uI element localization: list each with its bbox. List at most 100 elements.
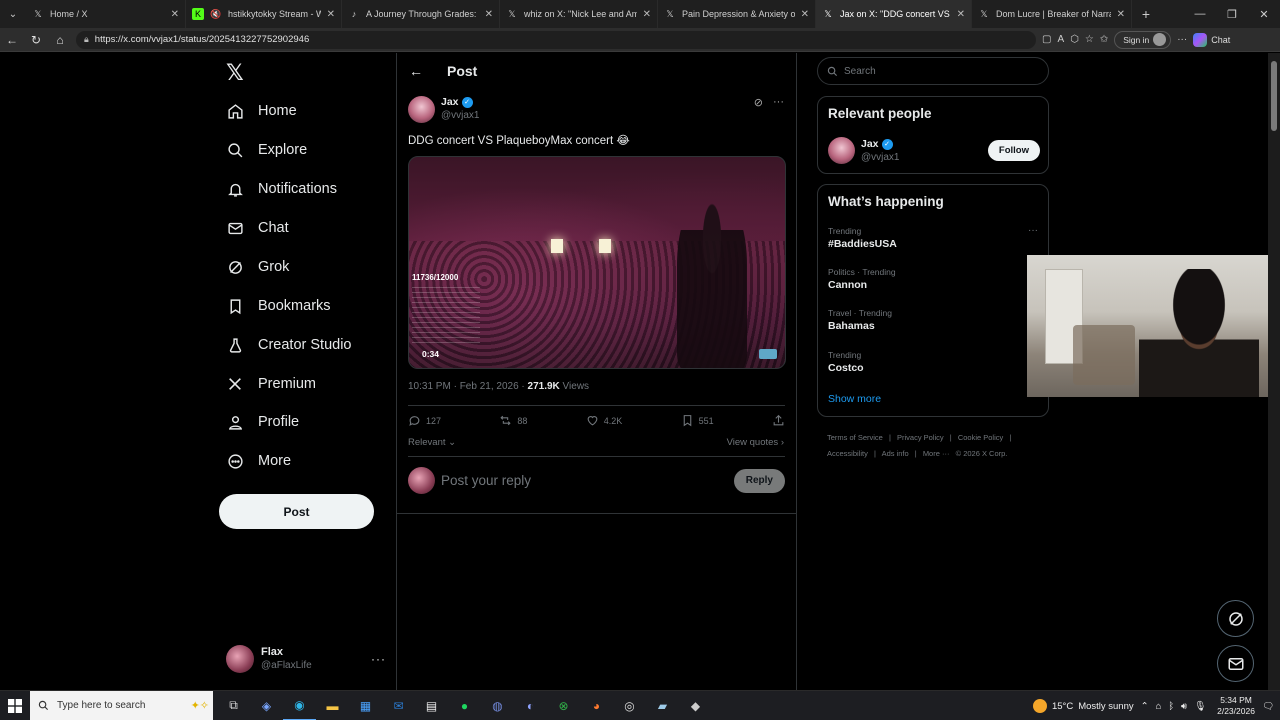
more-dots-icon[interactable]: ··· [773, 96, 784, 109]
nav-item-grok[interactable]: Grok [226, 252, 289, 282]
xbox-icon[interactable]: ⊗ [547, 691, 580, 720]
browser-tab-active[interactable]: 𝕏 Jax on X: "DDG concert VS Plaque ✕ [816, 0, 972, 28]
file-explorer-icon[interactable]: ▬ [316, 691, 349, 720]
windows-start-icon[interactable] [0, 691, 30, 720]
back-icon[interactable]: ← [0, 28, 24, 52]
search-input[interactable]: Search [817, 57, 1049, 85]
chevron-up-icon[interactable]: ⌃ [1141, 701, 1149, 712]
muted-speaker-icon[interactable]: 🔇 [210, 8, 222, 20]
minimize-icon[interactable]: — [1184, 0, 1216, 28]
spotify-icon[interactable]: ● [448, 691, 481, 720]
relevant-person[interactable]: Jax ✓ @vvjax1 Follow [828, 137, 1040, 164]
reply-button[interactable]: Reply [733, 468, 785, 493]
notepad-icon[interactable]: ▤ [415, 691, 448, 720]
app-icon[interactable]: ▰ [646, 691, 679, 720]
grok-icon[interactable]: ⊘ [754, 96, 763, 109]
close-icon[interactable]: ✕ [801, 9, 809, 20]
new-tab-button[interactable]: + [1132, 6, 1160, 22]
tab-actions-menu-icon[interactable]: ⌄ [0, 0, 26, 28]
weather-widget[interactable]: 15°C Mostly sunny [1032, 699, 1134, 713]
scrollbar-thumb[interactable] [1271, 61, 1277, 131]
outlook-icon[interactable]: ✉ [382, 691, 415, 720]
trend-item[interactable]: Trending #BaddiesUSA [828, 225, 897, 251]
like-action[interactable]: 4.2K [586, 414, 622, 427]
avatar[interactable] [408, 96, 435, 123]
read-aloud-icon[interactable]: A [1057, 34, 1064, 45]
browser-tab[interactable]: 𝕏 Home / X ✕ [26, 0, 186, 28]
close-icon[interactable]: ✕ [485, 9, 493, 20]
post-button[interactable]: Post [219, 494, 374, 529]
media-app-icon[interactable]: ◐ [514, 691, 547, 720]
close-icon[interactable]: ✕ [327, 9, 335, 20]
clock[interactable]: 5:34 PM 2/23/2026 [1217, 695, 1255, 717]
copilot-icon[interactable]: ◈ [250, 691, 283, 720]
browser-tab[interactable]: 𝕏 Dom Lucre | Breaker of Narratives ✕ [972, 0, 1132, 28]
edge-icon[interactable]: ◉ [283, 691, 316, 720]
footer-link[interactable]: More ··· [923, 449, 950, 458]
page-scrollbar[interactable] [1268, 53, 1280, 690]
post-timestamp[interactable]: 10:31 PM · Feb 21, 2026 · [408, 381, 528, 392]
account-switcher[interactable]: Flax @aFlaxLife ··· [226, 645, 386, 673]
network-icon[interactable]: ⌂ [1156, 701, 1162, 712]
nav-item-notifications[interactable]: Notifications [226, 174, 337, 204]
trend-item[interactable]: Politics · Trending Cannon [828, 266, 896, 292]
app-icon[interactable]: ◆ [679, 691, 712, 720]
grok-floating-button[interactable] [1217, 600, 1254, 637]
nav-item-chat[interactable]: Chat [226, 213, 289, 243]
x-logo-icon[interactable]: 𝕏 [226, 61, 244, 86]
bluetooth-icon[interactable]: ᛒ [1168, 701, 1174, 712]
show-more-link[interactable]: Show more [828, 393, 881, 405]
more-dots-icon[interactable]: ··· [1028, 225, 1038, 236]
extensions-icon[interactable]: ⬡ [1070, 34, 1079, 45]
more-dots-icon[interactable]: ··· [371, 652, 386, 666]
taskbar-search-input[interactable]: Type here to search ✦✧ [30, 690, 213, 720]
footer-link[interactable]: Ads info [882, 449, 909, 458]
messages-floating-button[interactable] [1217, 645, 1254, 682]
browser-tab[interactable]: K 🔇 hstikkytokky Stream - Watch Li ✕ [186, 0, 342, 28]
microphone-icon[interactable]: 🎙︎ [1194, 701, 1206, 712]
footer-link[interactable]: Cookie Policy [958, 433, 1003, 442]
nav-item-home[interactable]: Home [226, 96, 297, 126]
sign-in-button[interactable]: Sign in [1114, 30, 1172, 49]
bookmark-action[interactable]: 551 [681, 414, 714, 427]
repost-action[interactable]: 88 [499, 414, 527, 427]
favorites-icon[interactable]: ✩ [1100, 34, 1108, 45]
nav-item-creator-studio[interactable]: Creator Studio [226, 330, 352, 360]
refresh-icon[interactable]: ↻ [24, 28, 48, 52]
post-video[interactable]: 11736/12000 0:34 [408, 156, 786, 369]
video-settings-icon[interactable] [759, 349, 777, 359]
store-icon[interactable]: ▦ [349, 691, 382, 720]
share-action[interactable] [772, 414, 785, 427]
nav-item-bookmarks[interactable]: Bookmarks [226, 291, 331, 321]
nav-item-more[interactable]: More [226, 446, 291, 476]
author-name-row[interactable]: Jax ✓ [441, 96, 480, 109]
notifications-icon[interactable]: 🗨︎ [1262, 701, 1274, 712]
close-icon[interactable]: ✕ [1117, 9, 1125, 20]
nav-item-premium[interactable]: Premium [226, 369, 316, 399]
reply-sort-dropdown[interactable]: Relevant ⌄ [408, 437, 456, 448]
favorite-star-icon[interactable]: ☆ [1085, 34, 1094, 45]
firefox-icon[interactable]: ◕ [580, 691, 613, 720]
url-field[interactable]: 🔒︎ https://x.com/vvjax1/status/202541322… [76, 30, 1036, 49]
footer-link[interactable]: Privacy Policy [897, 433, 944, 442]
browser-menu-icon[interactable]: ··· [1177, 34, 1187, 45]
task-view-icon[interactable]: ⧉ [217, 691, 250, 720]
close-icon[interactable]: ✕ [957, 9, 965, 20]
close-window-icon[interactable]: ✕ [1248, 0, 1280, 28]
volume-icon[interactable]: 🔊︎ [1181, 701, 1187, 712]
trend-item[interactable]: Travel · Trending Bahamas [828, 307, 892, 333]
nav-item-explore[interactable]: Explore [226, 135, 307, 165]
reply-action[interactable]: 127 [408, 414, 441, 427]
discord-icon[interactable]: ◍ [481, 691, 514, 720]
view-quotes-link[interactable]: View quotes › [727, 437, 784, 448]
copilot-chat-button[interactable]: Chat [1193, 32, 1230, 47]
trend-item[interactable]: Trending Costco [828, 349, 864, 375]
obs-icon[interactable]: ◎ [613, 691, 646, 720]
restore-icon[interactable]: ❐ [1216, 0, 1248, 28]
footer-link[interactable]: Terms of Service [827, 433, 883, 442]
close-icon[interactable]: ✕ [643, 9, 651, 20]
close-icon[interactable]: ✕ [171, 9, 179, 20]
home-icon[interactable]: ⌂ [48, 28, 72, 52]
lock-icon[interactable]: 🔒︎ [84, 34, 89, 45]
browser-tab[interactable]: 𝕏 whiz on X: "Nick Lee and Amourar ✕ [500, 0, 658, 28]
